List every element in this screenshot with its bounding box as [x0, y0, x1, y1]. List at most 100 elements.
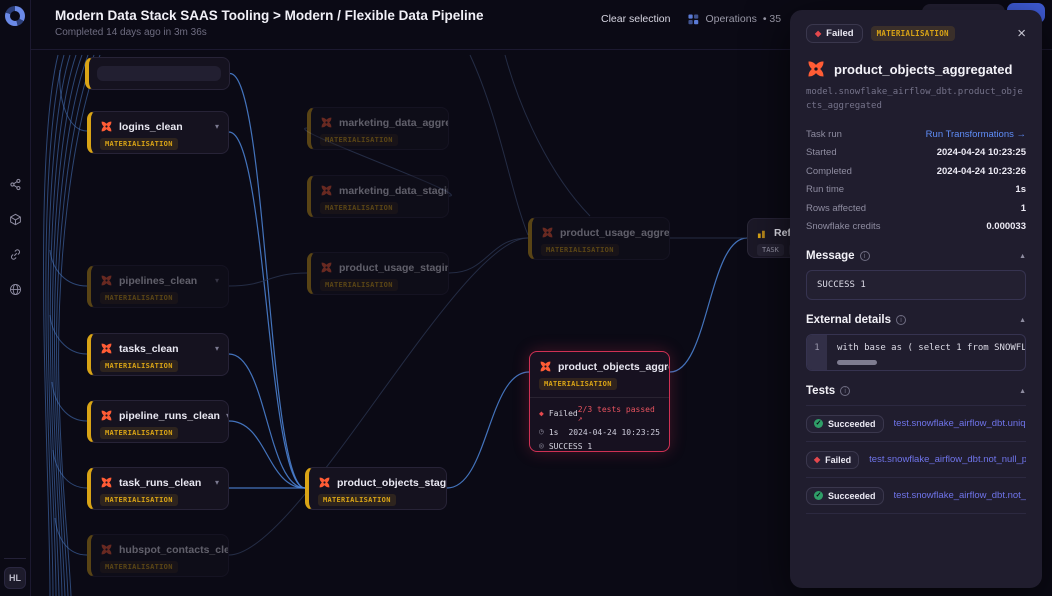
- close-icon[interactable]: ×: [1017, 26, 1026, 41]
- test-link[interactable]: test.snowflake_airflow_dbt.not_null_pr: [869, 454, 1026, 465]
- status-badge: ◆ Failed: [806, 24, 863, 43]
- dbt-icon: [100, 120, 113, 133]
- sql-code-line: with base as ( select 1 from SNOWFLAKE: [837, 343, 1025, 353]
- dbt-icon: [100, 543, 113, 556]
- orchestra-logo[interactable]: [5, 6, 25, 26]
- detail-label: Run time: [806, 184, 844, 195]
- detail-row: Run time 1s: [806, 181, 1026, 200]
- horizontal-scrollbar[interactable]: [837, 360, 877, 365]
- dbt-icon: [541, 226, 554, 239]
- avatar[interactable]: HL: [4, 567, 26, 589]
- node-label: product_usage_staging: [339, 262, 449, 274]
- node-label: marketing_data_staging: [339, 185, 449, 197]
- failed-diamond-icon: ◆: [815, 30, 821, 38]
- dbt-icon: [320, 116, 333, 129]
- share-graph-icon[interactable]: [9, 178, 22, 191]
- failed-diamond-icon: ◆: [814, 456, 820, 464]
- node-label: hubspot_contacts_clean: [119, 544, 229, 556]
- chevron-down-icon[interactable]: ▾: [215, 277, 219, 285]
- detail-value: 0.000033: [986, 221, 1026, 232]
- sidebar: HL: [0, 0, 31, 596]
- node-label: task_runs_clean: [119, 477, 201, 489]
- run-summary: Completed 14 days ago in 3m 36s: [55, 27, 483, 38]
- node-label: logins_clean: [119, 121, 183, 133]
- operations-label: Operations: [705, 13, 756, 25]
- chevron-down-icon[interactable]: ▾: [215, 123, 219, 131]
- graph-node-pipeline_runs_clean[interactable]: pipeline_runs_clean ▾ MATERIALISATION: [87, 400, 229, 443]
- panel-subtitle: model.snowflake_airflow_dbt.product_obje…: [806, 86, 1026, 113]
- materialisation-badge: MATERIALISATION: [541, 244, 619, 256]
- line-number: 1: [807, 335, 827, 370]
- node-detail-panel: ◆ Failed MATERIALISATION × product_objec…: [790, 10, 1042, 588]
- graph-node-hubspot_contacts_clean[interactable]: hubspot_contacts_clean ▾ MATERIALISATION: [87, 534, 229, 577]
- detail-value: 1: [1021, 203, 1026, 214]
- graph-node-marketing_data_staging[interactable]: marketing_data_staging ▾ MATERIALISATION: [307, 175, 449, 218]
- detail-row: Completed2024-04-24 10:23:26: [806, 162, 1026, 181]
- dbt-icon: [100, 342, 113, 355]
- graph-node-partial_top[interactable]: [85, 57, 230, 90]
- task-run-link[interactable]: Run Transformations →: [926, 129, 1026, 140]
- node-row: [97, 66, 221, 81]
- tests-section-title: Tests: [806, 385, 835, 397]
- detail-label: Started: [806, 147, 837, 158]
- sql-code-block: 1 with base as ( select 1 from SNOWFLAKE: [806, 334, 1026, 371]
- detail-rows: Task runRun Transformations → Started 2024…: [806, 125, 1026, 236]
- dbt-icon: [539, 360, 552, 373]
- graph-node-product_objects_aggregated[interactable]: product_objects_aggregated ▲ MATERIALISA…: [529, 351, 670, 452]
- tests-passed-link[interactable]: 2/3 tests passed ↗: [578, 405, 660, 423]
- test-row: ◆Failed test.snowflake_airflow_dbt.not_nu…: [806, 442, 1026, 478]
- collapse-icon[interactable]: ▲: [1019, 317, 1026, 324]
- edge: [670, 238, 747, 372]
- info-icon: i: [860, 251, 870, 261]
- check-circle-icon: ✓: [814, 491, 823, 500]
- clock-icon: ◷: [539, 428, 544, 436]
- test-status-badge: ✓Succeeded: [806, 487, 884, 505]
- edge: [449, 238, 528, 273]
- node-label: product_objects_aggregated: [558, 361, 670, 373]
- materialisation-badge: MATERIALISATION: [320, 202, 398, 214]
- test-link[interactable]: test.snowflake_airflow_dbt.not_null_pr: [894, 490, 1026, 501]
- detail-value: 2024-04-24 10:23:25: [937, 147, 1026, 158]
- dbt-icon: [320, 261, 333, 274]
- grid-icon: [688, 14, 699, 25]
- dbt-icon: [100, 409, 113, 422]
- graph-node-task_runs_clean[interactable]: task_runs_clean ▾ MATERIALISATION: [87, 467, 229, 510]
- detail-row: Task runRun Transformations →: [806, 125, 1026, 144]
- detail-label: Rows affected: [806, 203, 866, 214]
- clear-selection-button[interactable]: Clear selection: [601, 13, 670, 25]
- globe-icon[interactable]: [9, 283, 22, 296]
- test-row: ✓Succeededtest.snowflake_airflow_dbt.uni…: [806, 406, 1026, 442]
- graph-node-pipelines_clean[interactable]: pipelines_clean ▾ MATERIALISATION: [87, 265, 229, 308]
- collapse-icon[interactable]: ▲: [1019, 388, 1026, 395]
- edge: [447, 372, 529, 488]
- link-icon[interactable]: [9, 248, 22, 261]
- operations-chip[interactable]: Operations • 35: [688, 13, 781, 25]
- info-icon: i: [840, 386, 850, 396]
- graph-node-logins_clean[interactable]: logins_clean ▾ MATERIALISATION: [87, 111, 229, 154]
- detail-label: Snowflake credits: [806, 221, 880, 232]
- detail-value: 2024-04-24 10:23:26: [937, 166, 1026, 177]
- chevron-down-icon[interactable]: ▾: [226, 412, 229, 420]
- collapse-icon[interactable]: ▲: [1019, 253, 1026, 260]
- chevron-down-icon[interactable]: ▾: [215, 479, 219, 487]
- cube-icon[interactable]: [9, 213, 22, 226]
- node-message-row: ◎SUCCESS 1: [530, 439, 669, 452]
- message-box: SUCCESS 1: [806, 270, 1026, 300]
- graph-node-product_usage_aggregated[interactable]: product_usage_aggregated ▾ MATERIALISATI…: [528, 217, 670, 260]
- graph-node-product_objects_staging[interactable]: product_objects_staging ▾ MATERIALISATIO…: [305, 467, 447, 510]
- materialisation-badge: MATERIALISATION: [871, 26, 955, 41]
- test-status-badge: ◆Failed: [806, 451, 859, 469]
- materialisation-badge: MATERIALISATION: [320, 279, 398, 291]
- graph-node-tasks_clean[interactable]: tasks_clean ▾ MATERIALISATION: [87, 333, 229, 376]
- materialisation-badge: MATERIALISATION: [539, 378, 617, 390]
- materialisation-badge: MATERIALISATION: [100, 427, 178, 439]
- materialisation-badge: MATERIALISATION: [320, 134, 398, 146]
- graph-node-product_usage_staging[interactable]: product_usage_staging ▾ MATERIALISATION: [307, 252, 449, 295]
- detail-value: 1s: [1015, 184, 1026, 195]
- graph-node-marketing_data_aggregated[interactable]: marketing_data_aggregated ▾ MATERIALISAT…: [307, 107, 449, 150]
- test-link[interactable]: test.snowflake_airflow_dbt.unique_pro: [894, 418, 1026, 429]
- edge: [229, 354, 305, 488]
- chevron-down-icon[interactable]: ▾: [215, 345, 219, 353]
- page-title: Modern Data Stack SAAS Tooling > Modern …: [55, 8, 483, 23]
- task-icon: [757, 228, 768, 239]
